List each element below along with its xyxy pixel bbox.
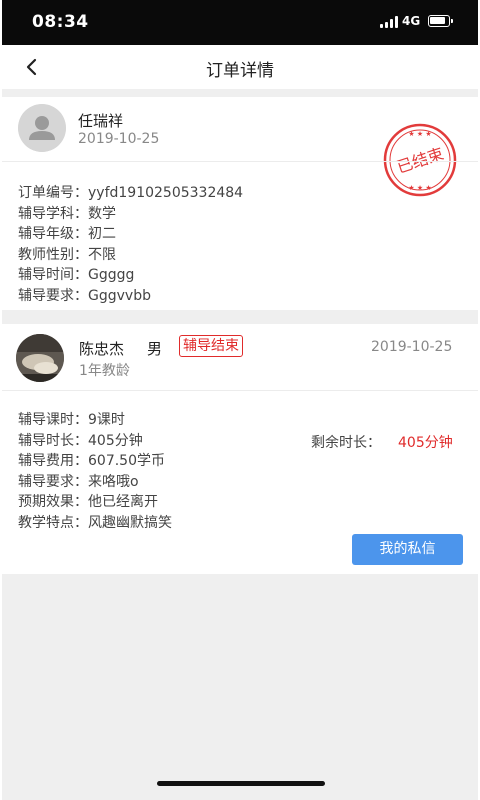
svg-text:★ ★ ★: ★ ★ ★ bbox=[408, 130, 431, 138]
tutor-field-row: 辅导课时：9课时 bbox=[18, 412, 125, 428]
divider bbox=[2, 161, 478, 162]
order-field-row: 教师性别：不限 bbox=[18, 246, 116, 263]
order-field-row: 辅导学科：数学 bbox=[18, 205, 116, 222]
phone-screen: 08:34 4G 订单详情 任瑞祥 2019-10-25 ★ ★ ★ ★ ★ ★… bbox=[2, 0, 478, 800]
student-name: 任瑞祥 bbox=[78, 112, 124, 130]
tutor-name: 陈忠杰 bbox=[79, 340, 125, 358]
status-bar: 08:34 4G bbox=[2, 0, 478, 45]
nav-bar: 订单详情 bbox=[2, 45, 478, 89]
battery-icon bbox=[428, 15, 453, 27]
remaining-value: 405分钟 bbox=[398, 435, 453, 451]
status-badge: 辅导结束 bbox=[179, 335, 243, 357]
status-time: 08:34 bbox=[32, 12, 89, 32]
svg-text:★ ★ ★: ★ ★ ★ bbox=[408, 184, 431, 192]
order-date: 2019-10-25 bbox=[78, 131, 160, 147]
tutor-field-row: 辅导费用：607.50学币 bbox=[18, 453, 165, 469]
network-type: 4G bbox=[402, 14, 421, 28]
tutor-gender: 男 bbox=[147, 340, 163, 358]
tutor-card: 陈忠杰 男 辅导结束 2019-10-25 1年教龄 辅导课时：9课时 辅导时长… bbox=[2, 324, 478, 574]
tutor-field-row: 辅导要求：来咯哦o bbox=[18, 473, 139, 490]
signal-icon bbox=[380, 16, 400, 28]
avatar bbox=[18, 104, 66, 152]
my-messages-button[interactable]: 我的私信 bbox=[352, 534, 463, 565]
order-field-row: 辅导时间：Ggggg bbox=[18, 267, 135, 283]
home-indicator[interactable] bbox=[157, 781, 325, 786]
remaining-label: 剩余时长： bbox=[311, 435, 381, 451]
tutor-info: 辅导课时：9课时 辅导时长：405分钟 辅导费用：607.50学币 辅导要求：来… bbox=[18, 410, 172, 533]
page-title: 订单详情 bbox=[206, 61, 274, 81]
order-field-row: 订单编号：yyfd19102505332484 bbox=[18, 185, 244, 201]
tutor-avatar[interactable] bbox=[16, 334, 64, 382]
tutor-date: 2019-10-25 bbox=[371, 339, 453, 355]
order-field-row: 辅导要求：Gggvvbb bbox=[18, 287, 151, 304]
tutor-field-row: 辅导时长：405分钟 bbox=[18, 432, 143, 449]
tutor-field-row: 教学特点：风趣幽默搞笑 bbox=[18, 514, 172, 531]
order-field-row: 辅导年级：初二 bbox=[18, 226, 116, 242]
divider bbox=[2, 390, 478, 391]
order-card: 任瑞祥 2019-10-25 ★ ★ ★ ★ ★ ★ 已结束 订单编号：yyfd… bbox=[2, 97, 478, 310]
order-info: 订单编号：yyfd19102505332484 辅导学科：数学 辅导年级：初二 … bbox=[18, 183, 243, 306]
tutor-field-row: 预期效果：他已经离开 bbox=[18, 494, 158, 510]
ended-stamp: ★ ★ ★ ★ ★ ★ 已结束 bbox=[382, 122, 458, 198]
tutor-experience: 1年教龄 bbox=[79, 363, 130, 379]
